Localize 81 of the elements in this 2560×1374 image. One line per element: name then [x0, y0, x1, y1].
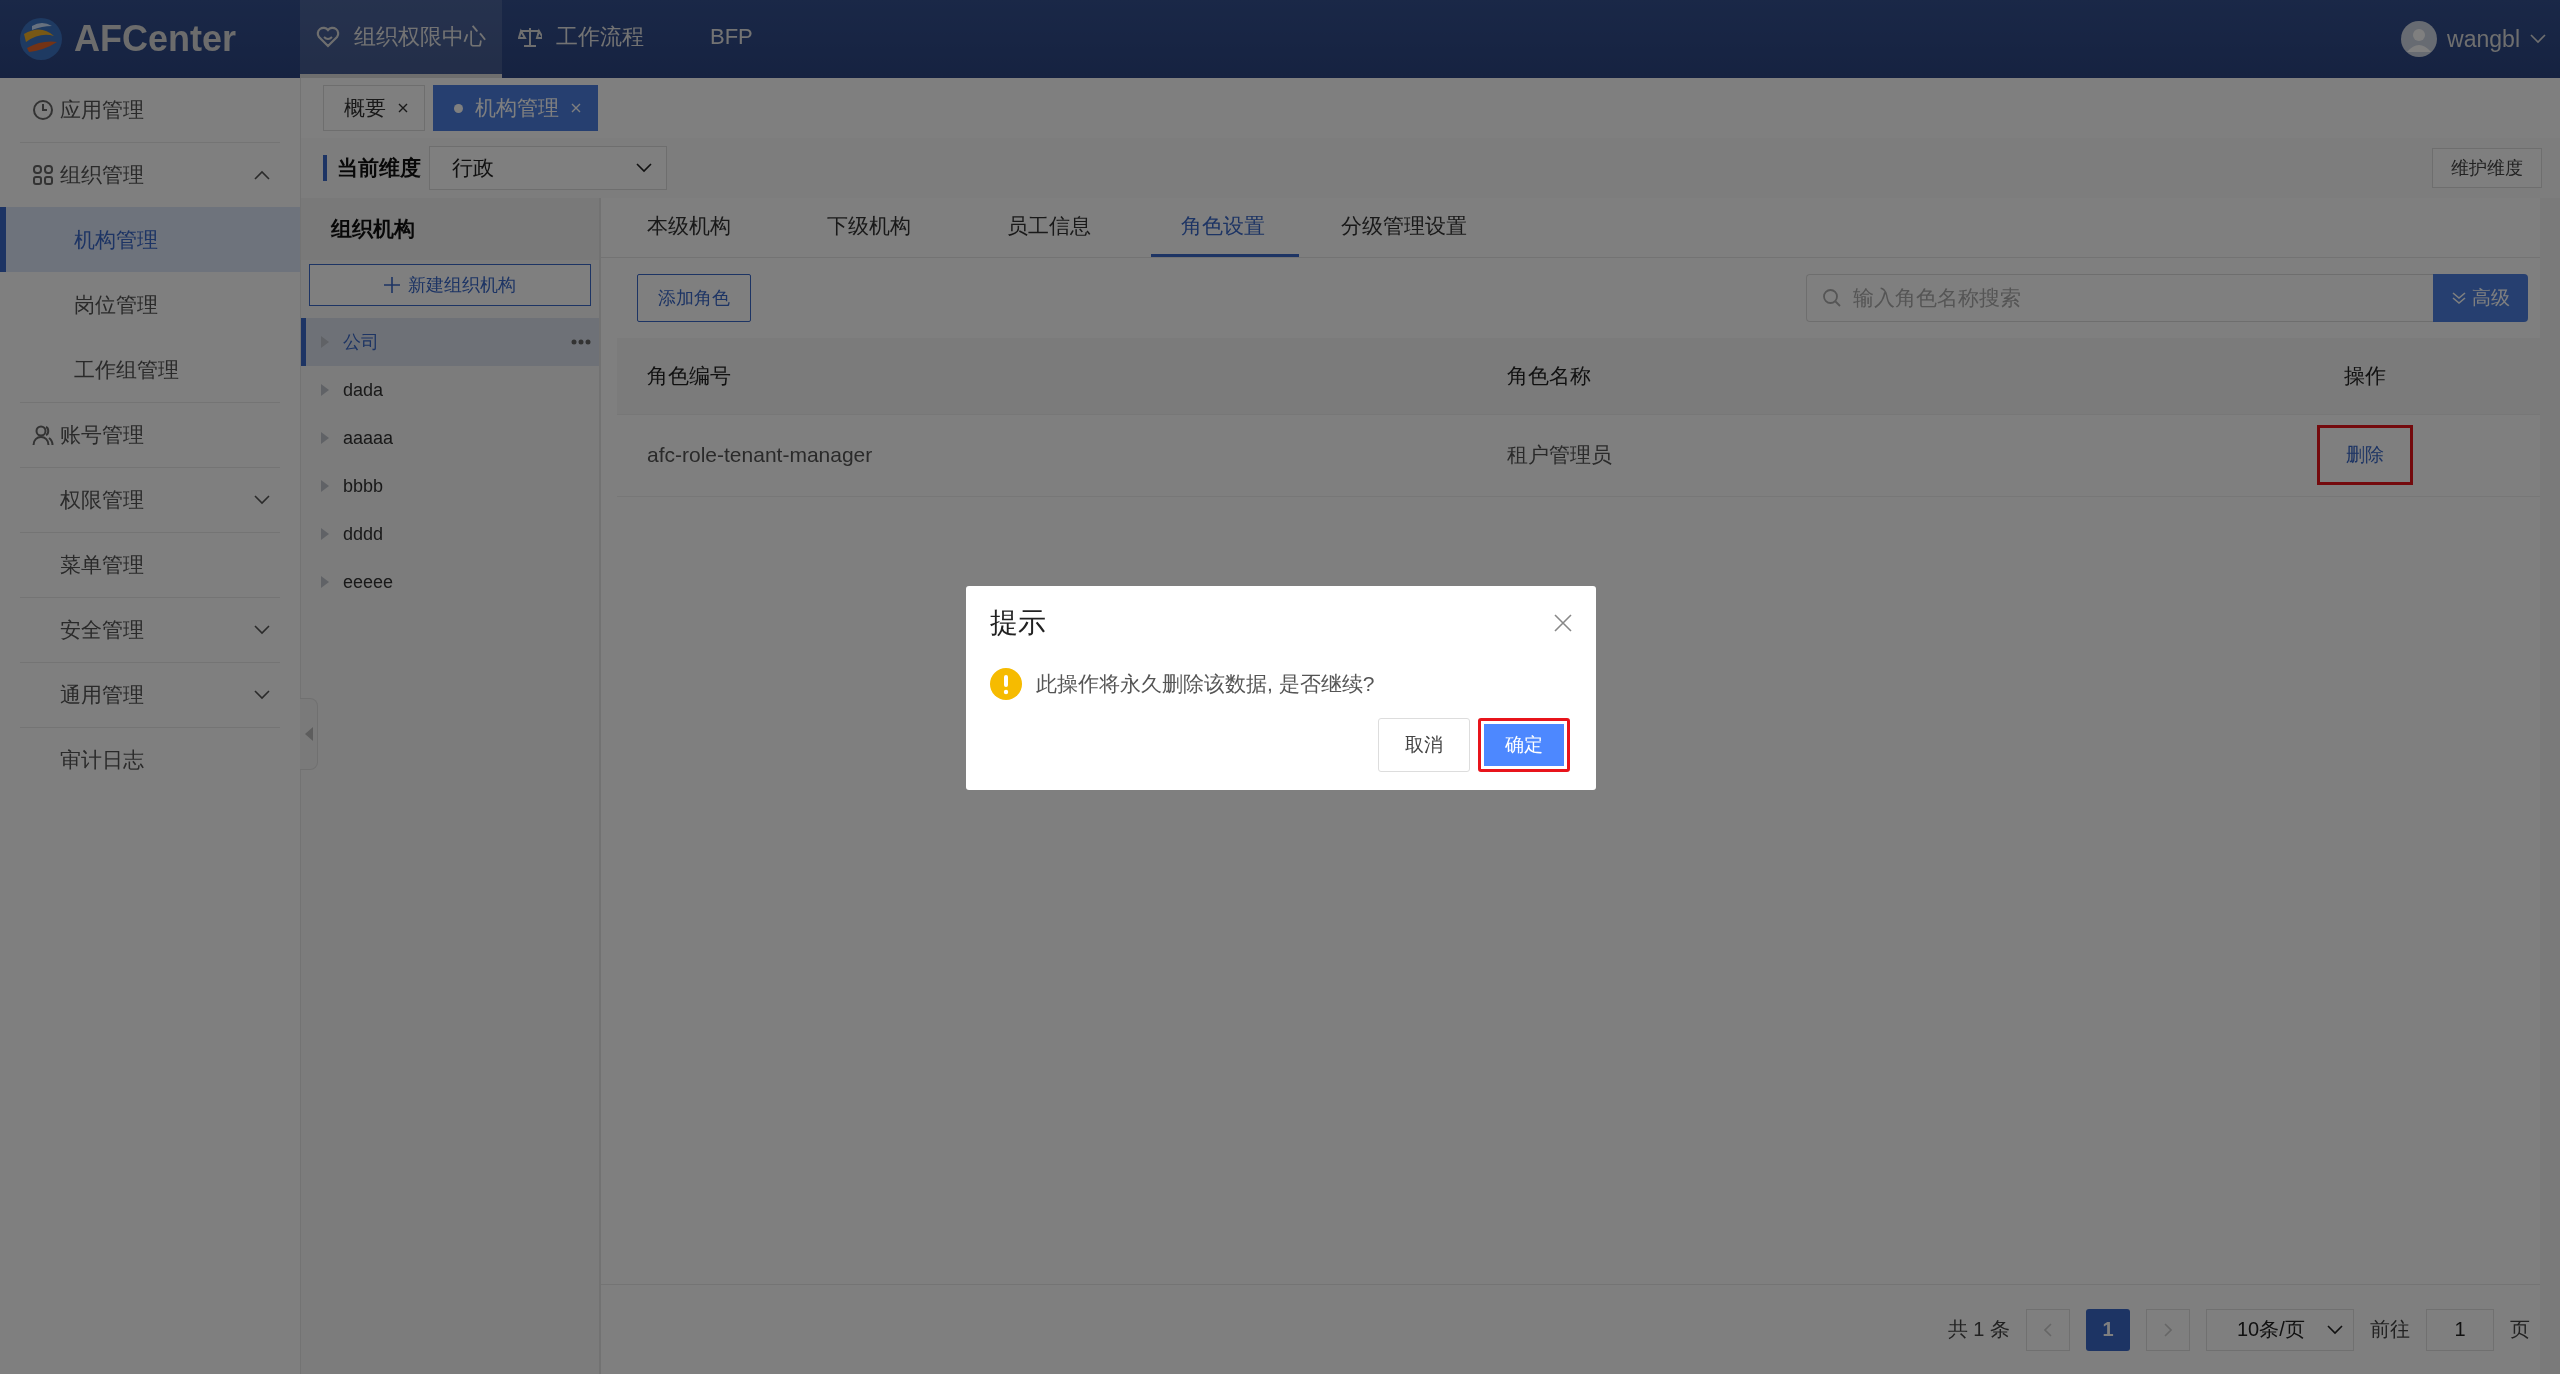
- grid-icon: [32, 164, 54, 186]
- chevron-left-icon: [2044, 1322, 2052, 1337]
- advanced-button[interactable]: 高级: [2433, 274, 2528, 322]
- goto-label: 前往: [2370, 1317, 2410, 1342]
- column-header: 角色名称: [1477, 338, 2190, 414]
- dialog-title: 提示: [990, 606, 1046, 640]
- add-role-button[interactable]: 添加角色: [637, 274, 751, 322]
- menu-item[interactable]: 机构管理: [0, 207, 300, 272]
- delete-link[interactable]: 删除: [2316, 425, 2413, 485]
- detail-tab[interactable]: 分级管理设置: [1299, 198, 1479, 257]
- expand-arrow-icon[interactable]: [321, 384, 329, 396]
- expand-arrow-icon[interactable]: [321, 480, 329, 492]
- page-suffix: 页: [2510, 1317, 2530, 1342]
- avatar-icon: [2401, 21, 2438, 57]
- column-header: 角色编号: [617, 338, 1477, 414]
- menu-group[interactable]: 通用管理: [20, 663, 280, 727]
- more-icon[interactable]: [571, 339, 591, 345]
- page-tab[interactable]: 概要: [323, 85, 425, 131]
- close-icon[interactable]: [398, 103, 408, 113]
- detail-tab[interactable]: 下级机构: [781, 198, 961, 257]
- menu-item[interactable]: 菜单管理: [20, 533, 280, 597]
- app-title: AFCenter: [74, 18, 237, 60]
- heart-icon: [316, 26, 340, 48]
- menu-item[interactable]: 审计日志: [20, 728, 280, 792]
- tree-node[interactable]: aaaaa: [301, 414, 599, 462]
- table-cell: afc-role-tenant-manager: [617, 414, 1477, 496]
- nav-tab[interactable]: BFP: [660, 0, 783, 78]
- nav-tab[interactable]: 工作流程: [502, 0, 660, 78]
- page-number[interactable]: 1: [2086, 1308, 2130, 1351]
- dialog-message: 此操作将永久删除该数据, 是否继续?: [1036, 671, 1375, 697]
- expand-icon: [254, 495, 270, 505]
- close-icon[interactable]: [1554, 614, 1572, 632]
- collapse-icon: [254, 170, 270, 180]
- table-cell: 租户管理员: [1477, 414, 2190, 496]
- prev-page-button[interactable]: [2026, 1308, 2070, 1351]
- page-input[interactable]: 1: [2426, 1308, 2494, 1351]
- expand-arrow-icon[interactable]: [321, 528, 329, 540]
- expand-icon: [254, 690, 270, 700]
- clock-icon: [32, 99, 54, 121]
- caret-icon: [2530, 34, 2546, 44]
- page-tab[interactable]: 机构管理: [433, 85, 598, 131]
- tree-node[interactable]: dddd: [301, 510, 599, 558]
- double-chevron-icon: [2451, 291, 2466, 305]
- caret-icon: [2327, 1324, 2343, 1335]
- cancel-button[interactable]: 取消: [1378, 718, 1470, 772]
- confirm-button[interactable]: 确定: [1478, 718, 1570, 772]
- menu-group[interactable]: 安全管理: [20, 598, 280, 662]
- maintain-dimension-button[interactable]: 维护维度: [2432, 148, 2542, 188]
- expand-icon: [254, 625, 270, 635]
- tree-node[interactable]: 公司: [301, 318, 599, 366]
- detail-tab[interactable]: 角色设置: [1151, 198, 1299, 257]
- warning-icon: [990, 668, 1022, 700]
- menu-group[interactable]: 组织管理: [20, 143, 280, 207]
- logo-icon: [18, 16, 64, 62]
- collapse-handle[interactable]: [300, 698, 318, 770]
- column-header: 操作: [2190, 338, 2540, 414]
- menu-item[interactable]: 账号管理: [20, 403, 280, 467]
- plus-icon: [384, 277, 400, 293]
- dimension-select[interactable]: 行政: [429, 146, 667, 190]
- active-dot: [454, 103, 463, 113]
- menu-item[interactable]: 工作组管理: [0, 337, 300, 402]
- users-icon: [32, 424, 54, 446]
- tree-node[interactable]: bbbb: [301, 462, 599, 510]
- new-org-button[interactable]: 新建组织机构: [309, 264, 591, 306]
- page-size-select[interactable]: 10条/页: [2206, 1308, 2354, 1351]
- menu-item[interactable]: 应用管理: [20, 78, 280, 142]
- dimension-label: 当前维度: [337, 155, 421, 181]
- total-count: 共 1 条: [1947, 1317, 2010, 1342]
- tree-node[interactable]: eeeee: [301, 558, 599, 606]
- user-name[interactable]: wangbl: [2447, 25, 2520, 53]
- tree-node[interactable]: dada: [301, 366, 599, 414]
- chevron-right-icon: [2164, 1322, 2172, 1337]
- next-page-button[interactable]: [2146, 1308, 2190, 1351]
- menu-group[interactable]: 权限管理: [20, 468, 280, 532]
- caret-icon: [636, 163, 652, 173]
- expand-arrow-icon[interactable]: [321, 576, 329, 588]
- menu-item[interactable]: 岗位管理: [0, 272, 300, 337]
- scales-icon: [518, 26, 542, 48]
- detail-tab[interactable]: 本级机构: [601, 198, 781, 257]
- detail-tab[interactable]: 员工信息: [961, 198, 1141, 257]
- expand-arrow-icon[interactable]: [321, 432, 329, 444]
